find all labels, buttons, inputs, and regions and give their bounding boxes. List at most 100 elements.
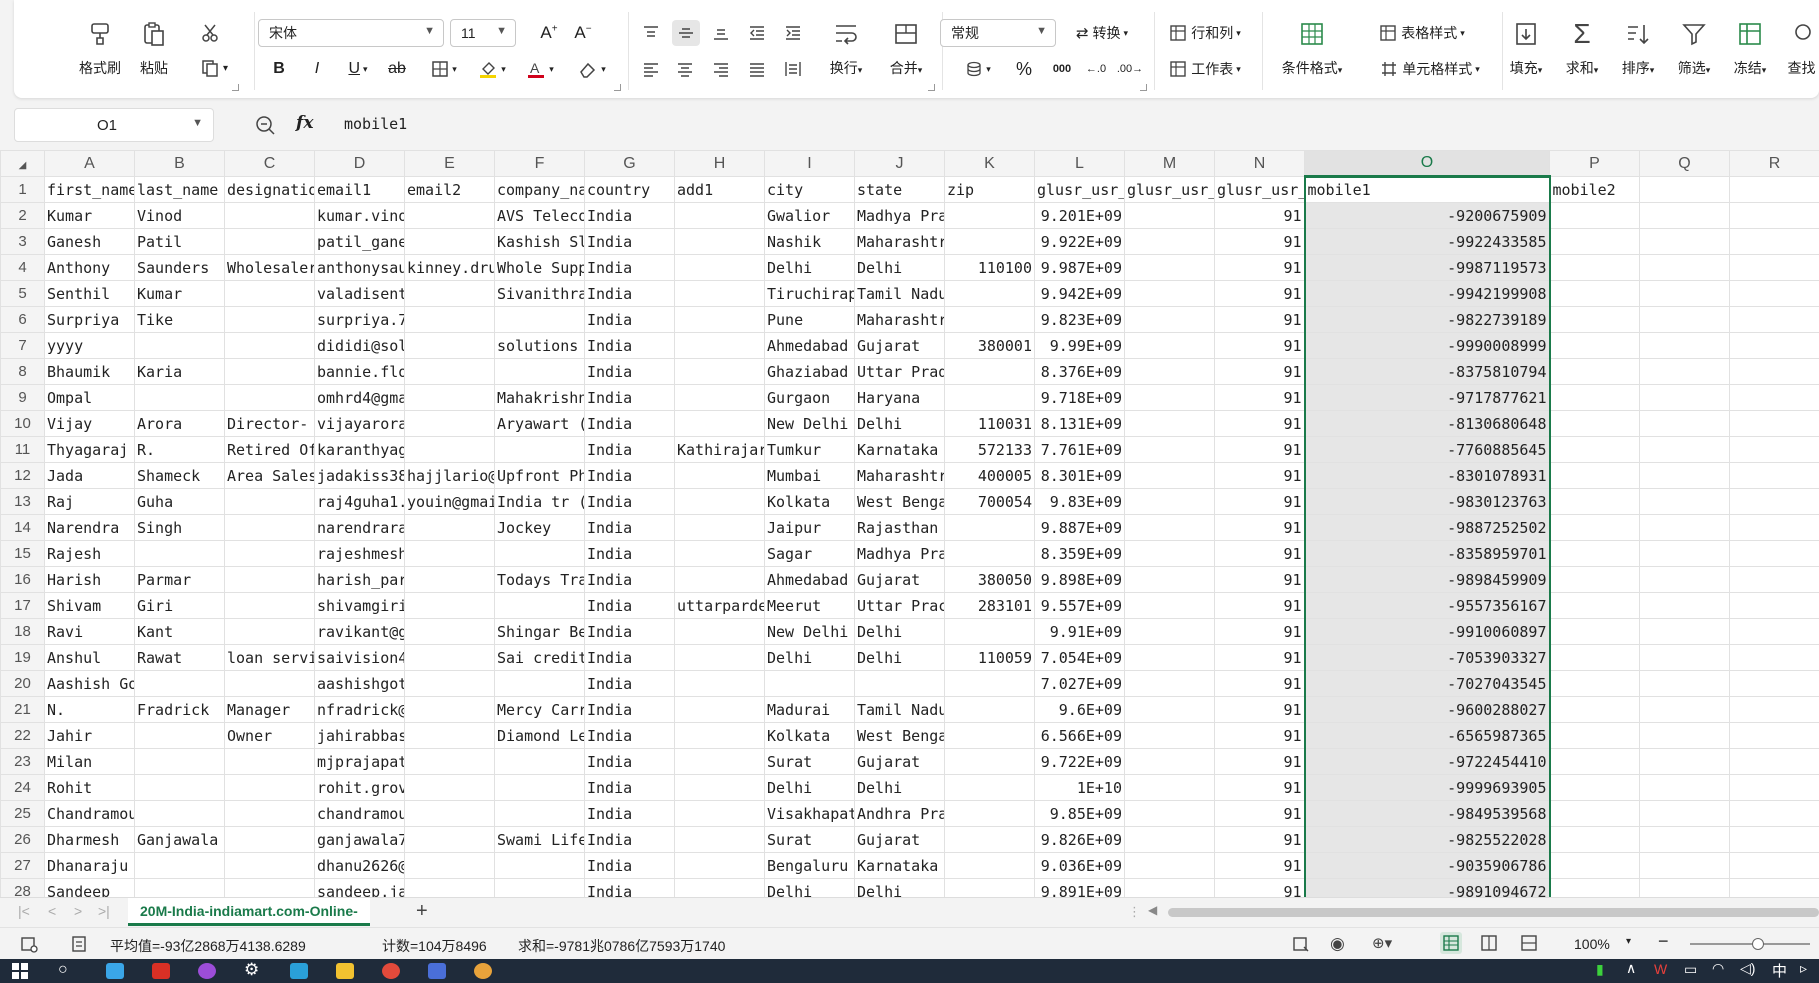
cell[interactable] xyxy=(224,670,315,697)
cell[interactable] xyxy=(674,332,765,359)
cell[interactable]: Jaipur xyxy=(764,514,855,541)
cell[interactable] xyxy=(1729,644,1819,671)
cell[interactable] xyxy=(1639,826,1730,853)
cell[interactable]: rajeshmeshram@yahoo.co.in xyxy=(314,540,405,567)
cell[interactable] xyxy=(1729,540,1819,567)
decrease-decimal-button[interactable]: .00→ xyxy=(1116,56,1144,82)
fx-icon[interactable]: fx xyxy=(296,113,313,133)
cell[interactable]: kinney.dru xyxy=(404,254,495,281)
cell[interactable]: India xyxy=(584,332,675,359)
cell[interactable]: Jahir xyxy=(44,722,135,749)
cell[interactable]: New Delhi xyxy=(764,618,855,645)
cell[interactable] xyxy=(1729,696,1819,723)
cell[interactable] xyxy=(404,878,495,897)
cell[interactable]: Kumar xyxy=(134,280,225,307)
select-all-corner[interactable]: ◢ xyxy=(0,150,45,177)
cell[interactable] xyxy=(1729,722,1819,749)
cell[interactable] xyxy=(1729,462,1819,489)
cell[interactable]: dhanu2626@gmail.com xyxy=(314,852,405,879)
network-icon[interactable]: ▭ xyxy=(1684,961,1697,978)
page-layout-view-button[interactable] xyxy=(1480,934,1498,955)
cell[interactable]: India xyxy=(584,826,675,853)
cell[interactable]: Delhi xyxy=(764,878,855,897)
cell[interactable] xyxy=(674,644,765,671)
row-header[interactable]: 27 xyxy=(0,852,45,879)
align-bottom-button[interactable] xyxy=(708,20,734,46)
cell[interactable] xyxy=(1639,332,1730,359)
macro-icon[interactable] xyxy=(20,935,38,956)
cell[interactable]: Gujarat xyxy=(854,566,945,593)
cell[interactable]: -9922433585 xyxy=(1303,228,1551,255)
cell[interactable] xyxy=(404,852,495,879)
cell[interactable] xyxy=(1549,670,1640,697)
align-right-button[interactable] xyxy=(708,56,734,82)
borders-button[interactable]: ▾ xyxy=(426,56,462,82)
cell[interactable] xyxy=(674,852,765,879)
cell[interactable]: India xyxy=(584,774,675,801)
cell[interactable] xyxy=(1549,774,1640,801)
cell[interactable]: -6565987365 xyxy=(1303,722,1551,749)
cell[interactable] xyxy=(674,462,765,489)
cell[interactable]: last_name xyxy=(134,176,225,203)
cell[interactable]: AVS Teleco xyxy=(494,202,585,229)
cell[interactable] xyxy=(1729,280,1819,307)
row-header[interactable]: 6 xyxy=(0,306,45,333)
cell[interactable]: 91 xyxy=(1214,800,1305,827)
cell[interactable]: Nashik xyxy=(764,228,855,255)
cell[interactable] xyxy=(1549,878,1640,897)
layout-icon[interactable]: ⊕▾ xyxy=(1372,934,1392,952)
cell[interactable] xyxy=(1549,644,1640,671)
table-style-button[interactable]: 表格样式 ▾ xyxy=(1370,20,1474,46)
fill-color-button[interactable]: ▾ xyxy=(472,56,512,82)
cell[interactable]: -9822739189 xyxy=(1303,306,1551,333)
cell[interactable] xyxy=(1549,540,1640,567)
cell[interactable]: Anshul xyxy=(44,644,135,671)
cell[interactable]: India xyxy=(584,670,675,697)
cell[interactable]: Retired Of xyxy=(224,436,315,463)
decrease-font-button[interactable]: A− xyxy=(570,20,596,46)
cell[interactable] xyxy=(1729,514,1819,541)
row-header[interactable]: 2 xyxy=(0,202,45,229)
cell[interactable]: 91 xyxy=(1214,280,1305,307)
cell[interactable] xyxy=(1729,306,1819,333)
cell[interactable]: India xyxy=(584,540,675,567)
cell[interactable] xyxy=(224,332,315,359)
cell[interactable]: 9.6E+09 xyxy=(1034,696,1125,723)
cell[interactable]: karanthyagaraj@yahoo.co.in xyxy=(314,436,405,463)
cell[interactable]: jadakiss38 xyxy=(314,462,405,489)
cell[interactable] xyxy=(674,774,765,801)
cell[interactable] xyxy=(494,852,585,879)
cell[interactable] xyxy=(674,878,765,897)
cell[interactable]: 380050 xyxy=(944,566,1035,593)
cell[interactable]: India xyxy=(584,644,675,671)
rows-cols-button[interactable]: 行和列 ▾ xyxy=(1160,20,1250,46)
cell[interactable] xyxy=(404,228,495,255)
cell[interactable] xyxy=(494,670,585,697)
cell[interactable] xyxy=(404,202,495,229)
cell[interactable]: 6.566E+09 xyxy=(1034,722,1125,749)
cell[interactable]: Guha xyxy=(134,488,225,515)
cell[interactable]: -9999693905 xyxy=(1303,774,1551,801)
increase-indent-button[interactable] xyxy=(780,20,806,46)
cell[interactable]: Ravi xyxy=(44,618,135,645)
cell[interactable]: raj4guha1. xyxy=(314,488,405,515)
cell[interactable] xyxy=(674,566,765,593)
cell[interactable]: 91 xyxy=(1214,852,1305,879)
cell[interactable]: Milan xyxy=(44,748,135,775)
cell[interactable] xyxy=(944,358,1035,385)
cell[interactable]: Wholesaler xyxy=(224,254,315,281)
cell[interactable]: Director- xyxy=(224,410,315,437)
zoom-level[interactable]: 100% xyxy=(1574,936,1610,952)
cell[interactable]: designatio xyxy=(224,176,315,203)
cell[interactable] xyxy=(1124,826,1215,853)
font-size-select[interactable]: 11 ▼ xyxy=(450,19,516,47)
cell[interactable]: email2 xyxy=(404,176,495,203)
cell[interactable]: 700054 xyxy=(944,488,1035,515)
cell[interactable] xyxy=(224,202,315,229)
zoom-slider-thumb[interactable] xyxy=(1752,938,1764,950)
cut-button[interactable] xyxy=(194,20,226,46)
cell[interactable]: -9035906786 xyxy=(1303,852,1551,879)
cell[interactable]: 91 xyxy=(1214,644,1305,671)
cell[interactable]: -9887252502 xyxy=(1303,514,1551,541)
cell[interactable]: 9.99E+09 xyxy=(1034,332,1125,359)
